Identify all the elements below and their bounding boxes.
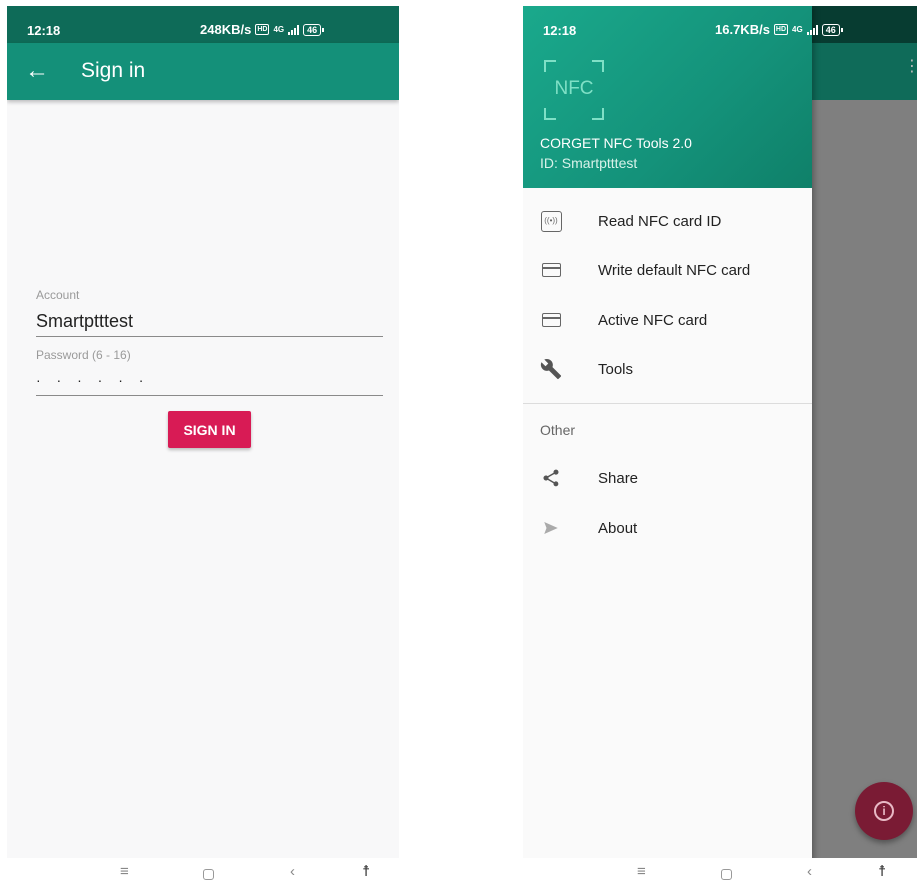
card-active-icon	[540, 309, 562, 331]
nfc-read-icon: ((•))	[540, 210, 562, 232]
send-icon	[540, 517, 562, 539]
signal-icon	[806, 24, 818, 35]
logo-text: NFC	[554, 78, 594, 99]
drawer-item-label: About	[598, 519, 638, 537]
back-icon[interactable]: ‹	[290, 862, 295, 882]
drawer-item-read-nfc[interactable]: ((•)) Read NFC card ID	[523, 197, 812, 245]
drawer-item-share[interactable]: Share	[523, 454, 812, 502]
sign-in-screen: 12:18 248KB/s HD 4G 46 ← Sign in Account…	[7, 6, 399, 888]
system-nav-bar: ≡ ‹ ☨	[523, 858, 917, 888]
fab-button[interactable]: i	[855, 782, 913, 840]
hd-badge: HD	[255, 24, 270, 35]
password-label: Password (6 - 16)	[36, 348, 131, 362]
accessibility-icon[interactable]: ☨	[362, 862, 370, 882]
drawer-item-active-nfc[interactable]: Active NFC card	[523, 296, 812, 344]
status-bar: 12:18 248KB/s HD 4G 46	[7, 6, 399, 43]
drawer-item-label: Active NFC card	[598, 311, 708, 329]
nfc-fab-icon: i	[874, 801, 894, 821]
drawer-title: CORGET NFC Tools 2.0	[540, 135, 692, 151]
wrench-icon	[540, 358, 562, 380]
drawer-divider	[523, 403, 812, 404]
app-bar: ← Sign in	[7, 43, 399, 100]
hd-badge: HD	[773, 24, 789, 35]
account-input[interactable]: Smartptttest	[36, 311, 133, 332]
drawer-item-about[interactable]: About	[523, 504, 812, 552]
status-time: 12:18	[543, 23, 577, 38]
nfc-logo: NFC	[544, 60, 604, 120]
system-nav-bar: ≡ ‹ ☨	[7, 858, 399, 888]
menu-icon[interactable]: ≡	[120, 862, 129, 882]
back-icon[interactable]: ‹	[807, 862, 812, 882]
page-title: Sign in	[81, 59, 146, 82]
account-label: Account	[36, 288, 80, 302]
network-type: 4G	[273, 25, 285, 34]
drawer-item-write-nfc[interactable]: Write default NFC card	[523, 246, 812, 294]
drawer-item-tools[interactable]: Tools	[523, 345, 812, 393]
battery-icon: 46	[821, 23, 843, 36]
signal-icon	[288, 24, 300, 35]
accessibility-icon[interactable]: ☨	[878, 862, 886, 882]
battery-icon: 46	[303, 23, 325, 36]
password-input[interactable]: · · · · · ·	[36, 372, 149, 388]
card-write-icon	[540, 259, 562, 281]
drawer-subtitle: ID: Smartptttest	[540, 155, 638, 171]
menu-icon[interactable]: ≡	[637, 862, 646, 882]
account-underline	[36, 336, 383, 337]
network-speed: 248KB/s	[200, 22, 252, 37]
status-bar: 12:18 16.7KB/s HD 4G 46	[523, 6, 917, 43]
network-type: 4G	[792, 25, 803, 34]
status-time: 12:18	[27, 23, 61, 38]
home-icon[interactable]	[203, 866, 214, 886]
drawer-section-label: Other	[540, 422, 576, 438]
share-icon	[540, 467, 562, 489]
back-arrow-icon[interactable]: ←	[25, 57, 49, 85]
password-underline	[36, 395, 383, 396]
drawer-item-label: Read NFC card ID	[598, 212, 722, 230]
drawer-item-label: Tools	[598, 360, 634, 378]
drawer-item-label: Share	[598, 469, 639, 487]
home-icon[interactable]	[721, 866, 732, 886]
navigation-drawer: NFC CORGET NFC Tools 2.0 ID: Smartptttes…	[523, 6, 812, 888]
network-speed: 16.7KB/s	[715, 22, 770, 37]
drawer-item-label: Write default NFC card	[598, 261, 751, 279]
drawer-screen: ⋮ i NFC CORGET NFC Tools 2.0 ID: Smartpt…	[523, 6, 917, 888]
sign-in-button[interactable]: SIGN IN	[168, 411, 251, 448]
status-indicators: 16.7KB/s HD 4G 46	[715, 22, 843, 37]
status-indicators: 248KB/s HD 4G 46	[200, 22, 325, 37]
more-options-icon[interactable]: ⋮	[904, 59, 917, 75]
